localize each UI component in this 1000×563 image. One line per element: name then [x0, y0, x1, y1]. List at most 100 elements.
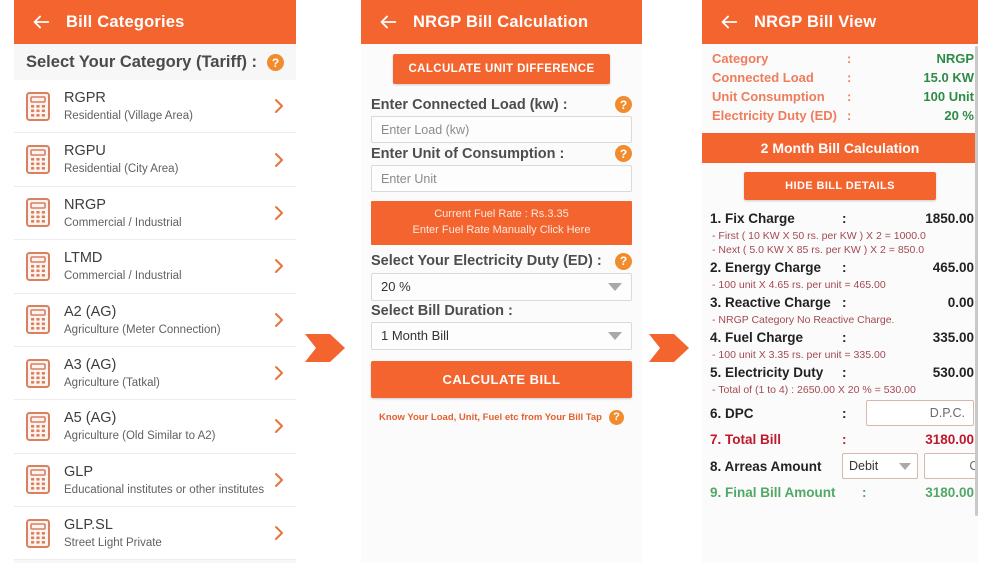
category-list: RGPR Residential (Village Area) RGPU Reside… [14, 80, 296, 561]
chevron-right-icon[interactable] [272, 204, 286, 222]
calculate-unit-difference-button[interactable]: CALCULATE UNIT DIFFERENCE [393, 54, 610, 84]
electricity-duty-label-row: Select Your Electricity Duty (ED) : ? [361, 251, 642, 273]
chevron-right-icon[interactable] [272, 524, 286, 542]
charge-amount: 335.00 [932, 330, 974, 345]
arrears-type-select[interactable]: Debit [842, 453, 918, 479]
chevron-right-icon[interactable] [272, 364, 286, 382]
help-icon[interactable]: ? [615, 252, 632, 270]
charges-list: 1. Fix Charge: 1850.00 - First ( 10 KW X 5… [702, 208, 978, 397]
chevron-right-icon[interactable] [272, 97, 286, 115]
chevron-right-icon[interactable] [272, 257, 286, 275]
category-description: Agriculture (Meter Connection) [64, 323, 221, 336]
dpc-field-wrap: D.P.C. [866, 400, 978, 426]
chevron-right-icon[interactable] [272, 471, 286, 489]
category-description: Commercial / Industrial [64, 216, 182, 229]
hide-bill-details-button[interactable]: HIDE BILL DETAILS [744, 172, 936, 200]
category-code: NRGP [64, 196, 106, 213]
bill-period-banner: 2 Month Bill Calculation [702, 133, 978, 163]
charge-colon: : [842, 330, 847, 345]
charge-note: - 100 unit X 4.65 rs. per unit = 465.00 [712, 279, 886, 291]
charge-note: - Total of (1 to 4) : 2650.00 X 20 % = 5… [712, 384, 916, 396]
category-code: RGPR [64, 90, 106, 106]
calculator-icon [26, 358, 50, 388]
electricity-duty-select[interactable]: 20 % [371, 272, 632, 301]
calculator-icon [26, 91, 50, 121]
category-text: LTMD Commercial / Industrial [64, 249, 266, 283]
category-text: A3 (AG) Agriculture (Tatkal) [64, 356, 266, 390]
calculator-icon [26, 465, 50, 495]
charge-amount: 465.00 [932, 260, 974, 275]
category-description: Agriculture (Old Similar to A2) [64, 430, 216, 443]
category-item[interactable]: LTMD Commercial / Industrial [14, 240, 296, 294]
category-item[interactable]: GLP Educational institutes or other insti… [14, 453, 296, 507]
arrears-controls: Debit CR/DR [842, 453, 978, 479]
help-icon[interactable]: ? [615, 145, 632, 162]
bill-duration-label-row: Select Bill Duration : [361, 301, 642, 322]
chevron-right-icon[interactable] [272, 151, 286, 169]
summary-value: 20 % [944, 108, 974, 123]
vertical-scrollbar[interactable] [975, 46, 978, 516]
back-arrow-icon[interactable] [718, 11, 740, 33]
summary-colon: : [847, 89, 852, 104]
chevron-down-icon [608, 331, 622, 340]
category-item[interactable]: A3 (AG) Agriculture (Tatkal) [14, 346, 296, 401]
chevron-right-icon[interactable] [272, 311, 286, 329]
unit-consumption-input[interactable]: Enter Unit [371, 165, 632, 192]
help-icon[interactable]: ? [267, 54, 284, 71]
back-arrow-icon[interactable] [377, 11, 399, 33]
calculator-icon [26, 198, 50, 228]
category-item[interactable]: A5 (AG) Agriculture (Old Similar to A2) [14, 400, 296, 454]
total-bill-label: 7. Total Bill [710, 432, 782, 447]
calculator-icon [26, 198, 50, 228]
fuel-rate-banner[interactable]: Current Fuel Rate : Rs.3.35 Enter Fuel R… [371, 201, 632, 245]
calculator-icon [26, 305, 50, 335]
know-your-load-row: Know Your Load, Unit, Fuel etc from Your… [361, 409, 642, 425]
category-text: NRGP Commercial / Industrial [64, 196, 266, 230]
category-text: GLP Educational institutes or other insti… [64, 463, 266, 497]
calculate-bill-button[interactable]: CALCULATE BILL [371, 360, 632, 398]
panel3-appbar: NRGP Bill View [702, 0, 978, 44]
unit-consumption-label: Enter Unit of Consumption : [371, 145, 565, 162]
arrears-type-value: Debit [849, 459, 879, 473]
dpc-row: 6. DPC : D.P.C. [702, 397, 978, 429]
help-icon[interactable]: ? [615, 96, 632, 113]
final-bill-label: 9. Final Bill Amount [710, 485, 836, 500]
chevron-right-icon[interactable] [272, 417, 286, 435]
charge-row: 1. Fix Charge: 1850.00 [702, 208, 978, 229]
calculator-icon [26, 411, 50, 441]
bill-duration-select[interactable]: 1 Month Bill [371, 321, 632, 350]
chevron-right-icon [275, 205, 283, 220]
category-text: A5 (AG) Agriculture (Old Similar to A2) [64, 409, 266, 443]
final-bill-row: 9. Final Bill Amount : 3180.00 [702, 482, 978, 503]
category-item[interactable]: A2 (AG) Agriculture (Meter Connection) [14, 293, 296, 347]
help-icon[interactable]: ? [608, 409, 624, 425]
calculator-icon [26, 518, 50, 548]
bill-summary-row: Unit Consumption: 100 Unit [702, 87, 978, 106]
summary-key: Category [712, 51, 769, 66]
category-description: Agriculture (Tatkal) [64, 376, 160, 389]
charge-name: 2. Energy Charge [710, 260, 822, 275]
category-item[interactable]: NRGP Commercial / Industrial [14, 186, 296, 241]
know-your-load-text: Know Your Load, Unit, Fuel etc from Your… [379, 411, 602, 423]
category-text: GLP.SL Street Light Private [64, 516, 266, 550]
back-arrow-icon[interactable] [30, 11, 52, 33]
category-item[interactable]: RGPU Residential (City Area) [14, 133, 296, 187]
category-text: A2 (AG) Agriculture (Meter Connection) [64, 303, 266, 337]
bill-summary-row: Category: NRGP [702, 49, 978, 68]
dpc-input[interactable]: D.P.C. [866, 400, 974, 426]
category-code: GLP.SL [64, 517, 113, 533]
total-bill-colon: : [842, 432, 847, 447]
fuel-rate-manual-link[interactable]: Enter Fuel Rate Manually Click Here [375, 223, 628, 239]
summary-value: 100 Unit [923, 89, 974, 104]
chevron-right-icon [275, 99, 283, 114]
chevron-right-icon [275, 472, 283, 487]
category-item[interactable]: GLP.SL Street Light Private [14, 507, 296, 561]
category-description: Residential (City Area) [64, 163, 179, 176]
category-description: Commercial / Industrial [64, 270, 182, 283]
arrears-amount-input[interactable]: CR/DR [924, 453, 978, 479]
connected-load-input[interactable]: Enter Load (kw) [371, 116, 632, 143]
panel3-title: NRGP Bill View [754, 12, 877, 31]
unit-consumption-label-row: Enter Unit of Consumption : ? [361, 143, 642, 165]
category-item[interactable]: RGPR Residential (Village Area) [14, 80, 296, 134]
final-bill-colon: : [862, 485, 867, 500]
